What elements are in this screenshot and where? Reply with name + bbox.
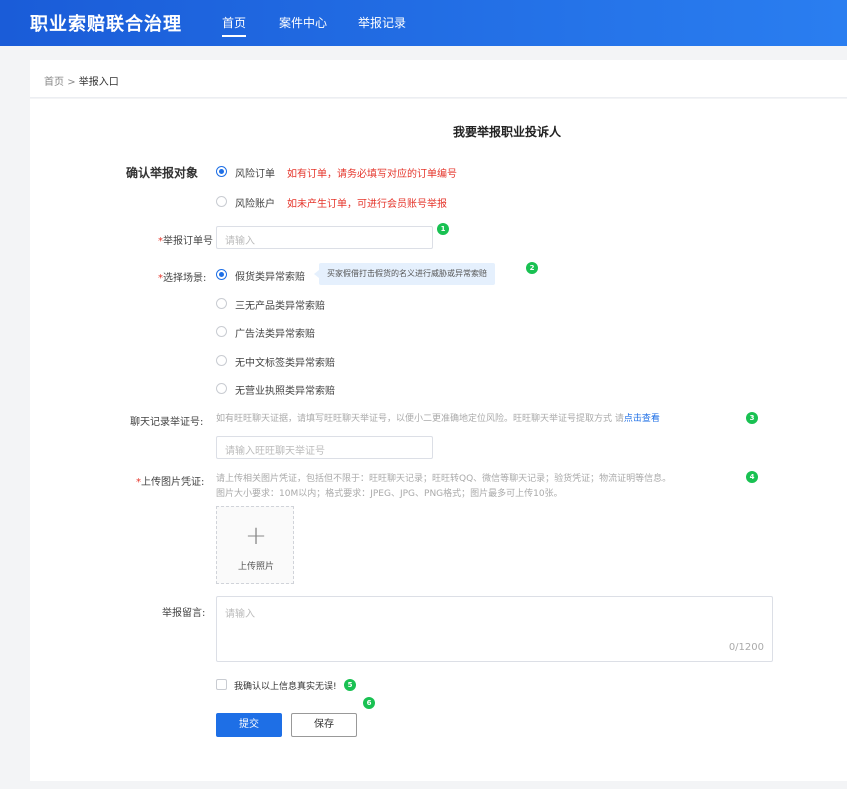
nav-case-center[interactable]: 案件中心 — [279, 14, 327, 31]
radio-scene-no-brand[interactable] — [216, 298, 227, 309]
scene-option-label: 无中文标签类异常索赔 — [235, 358, 335, 369]
upload-photo-button[interactable]: + 上传照片 — [216, 506, 294, 584]
radio-scene-counterfeit[interactable] — [216, 269, 227, 280]
breadcrumb: 首页 > 举报入口 — [30, 60, 847, 98]
breadcrumb-current: 举报入口 — [78, 77, 119, 88]
upload-photo-label: 上传照片 — [237, 562, 274, 572]
risk-order-note: 如有订单，请务必填写对应的订单编号 — [287, 169, 457, 180]
message-label: 举报留言: — [162, 608, 206, 619]
upload-hint: 请上传相关图片凭证，包括但不限于：旺旺聊天记录；旺旺转QQ、微信等聊天记录；验货… — [216, 474, 672, 499]
risk-account-note: 如未产生订单，可进行会员账号举报 — [287, 199, 447, 210]
radio-scene-advertising-law[interactable] — [216, 326, 227, 337]
scene-option-label: 无营业执照类异常索赔 — [235, 386, 335, 397]
scene-option-label: 三无产品类异常索赔 — [235, 301, 325, 312]
chat-evidence-input[interactable]: 请输入旺旺聊天举证号 — [216, 436, 433, 459]
chat-label: 聊天记录举证号: — [130, 417, 204, 428]
view-guide-link[interactable]: 点击查看 — [624, 414, 660, 424]
nav-report-records[interactable]: 举报记录 — [358, 14, 406, 31]
page-title: 我要举报职业投诉人 — [453, 125, 562, 139]
radio-risk-order[interactable] — [216, 166, 227, 177]
save-button[interactable]: 保存 — [291, 713, 357, 737]
message-textarea[interactable]: 请输入 0/1200 — [216, 596, 773, 662]
radio-risk-account[interactable] — [216, 196, 227, 207]
scene-option-label: 假货类异常索赔 — [235, 272, 305, 283]
top-header: 职业索赔联合治理 首页 案件中心 举报记录 — [0, 0, 847, 46]
step-badge-5: 5 — [344, 679, 356, 691]
order-label: *举报订单号 — [158, 236, 213, 247]
step-badge-6: 6 — [363, 697, 375, 709]
confirm-label: 我确认以上信息真实无误! — [234, 682, 337, 692]
nav-home[interactable]: 首页 — [222, 14, 247, 37]
breadcrumb-separator: > — [67, 77, 76, 88]
upload-label: *上传图片凭证: — [136, 477, 205, 488]
step-badge-2: 2 — [526, 262, 538, 274]
risk-order-label: 风险订单 — [235, 169, 275, 180]
message-placeholder: 请输入 — [225, 609, 255, 620]
risk-account-label: 风险账户 — [235, 199, 275, 210]
app-title: 职业索赔联合治理 — [30, 14, 182, 35]
scene-option-label: 广告法类异常索赔 — [235, 329, 315, 340]
radio-scene-no-chinese-label[interactable] — [216, 355, 227, 366]
breadcrumb-home[interactable]: 首页 — [44, 77, 64, 88]
scene-label: *选择场景: — [158, 273, 207, 284]
step-badge-1: 1 — [437, 223, 449, 235]
step-badge-3: 3 — [746, 412, 758, 424]
target-label: 确认举报对象 — [126, 166, 199, 180]
submit-button[interactable]: 提交 — [216, 713, 282, 737]
radio-scene-no-license[interactable] — [216, 383, 227, 394]
order-number-input[interactable]: 请输入 — [216, 226, 433, 249]
message-counter: 0/1200 — [728, 642, 764, 653]
plus-icon: + — [245, 521, 267, 551]
step-badge-4: 4 — [746, 471, 758, 483]
scene-tooltip: 买家假借打击假货的名义进行威胁或异常索赔 — [314, 263, 495, 285]
chat-hint: 如有旺旺聊天证据，请填写旺旺聊天举证号，以便小二更准确地定位风险。旺旺聊天举证号… — [216, 414, 660, 424]
confirm-checkbox[interactable] — [216, 679, 227, 690]
